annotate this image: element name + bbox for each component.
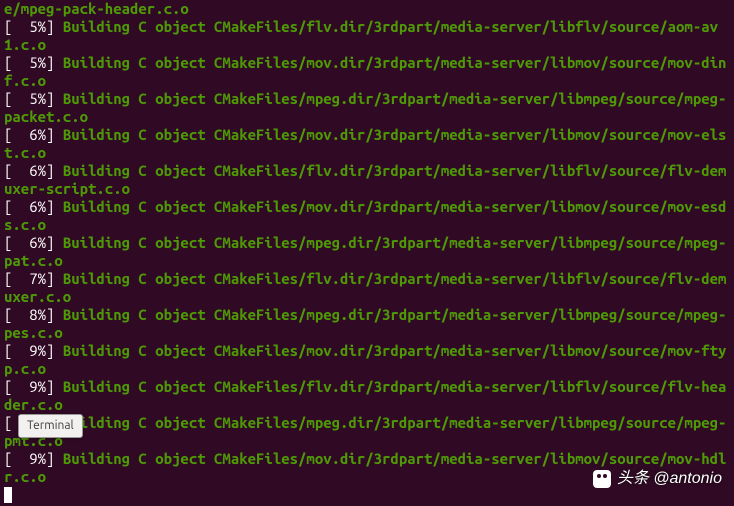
build-output-line: [ 7%] Building C object CMakeFiles/flv.d… xyxy=(4,270,730,306)
build-output-line: [ 9%] Building C object CMakeFiles/flv.d… xyxy=(4,378,730,414)
terminal-tooltip: Terminal xyxy=(18,414,83,438)
terminal-output[interactable]: e/mpeg-pack-header.c.o[ 5%] Building C o… xyxy=(4,0,730,504)
cursor-line xyxy=(4,486,730,504)
build-output-line: e/mpeg-pack-header.c.o xyxy=(4,0,730,18)
build-output-line: [ 6%] Building C object CMakeFiles/mov.d… xyxy=(4,126,730,162)
build-output-line: [ 8%] Building C object CMakeFiles/mpeg.… xyxy=(4,306,730,342)
build-output-line: [ 6%] Building C object CMakeFiles/mpeg.… xyxy=(4,234,730,270)
build-output-line: [ 9%] Building C object CMakeFiles/mpeg.… xyxy=(4,414,730,450)
watermark: 头条 @antonio xyxy=(593,470,722,488)
build-output-line: [ 6%] Building C object CMakeFiles/mov.d… xyxy=(4,198,730,234)
build-output-line: [ 5%] Building C object CMakeFiles/mov.d… xyxy=(4,54,730,90)
toutiao-icon xyxy=(593,470,611,488)
watermark-text: 头条 @antonio xyxy=(617,470,722,488)
build-output-line: [ 5%] Building C object CMakeFiles/mpeg.… xyxy=(4,90,730,126)
cursor xyxy=(4,487,12,503)
build-output-line: [ 6%] Building C object CMakeFiles/flv.d… xyxy=(4,162,730,198)
build-output-line: [ 9%] Building C object CMakeFiles/mov.d… xyxy=(4,342,730,378)
build-output-line: [ 5%] Building C object CMakeFiles/flv.d… xyxy=(4,18,730,54)
